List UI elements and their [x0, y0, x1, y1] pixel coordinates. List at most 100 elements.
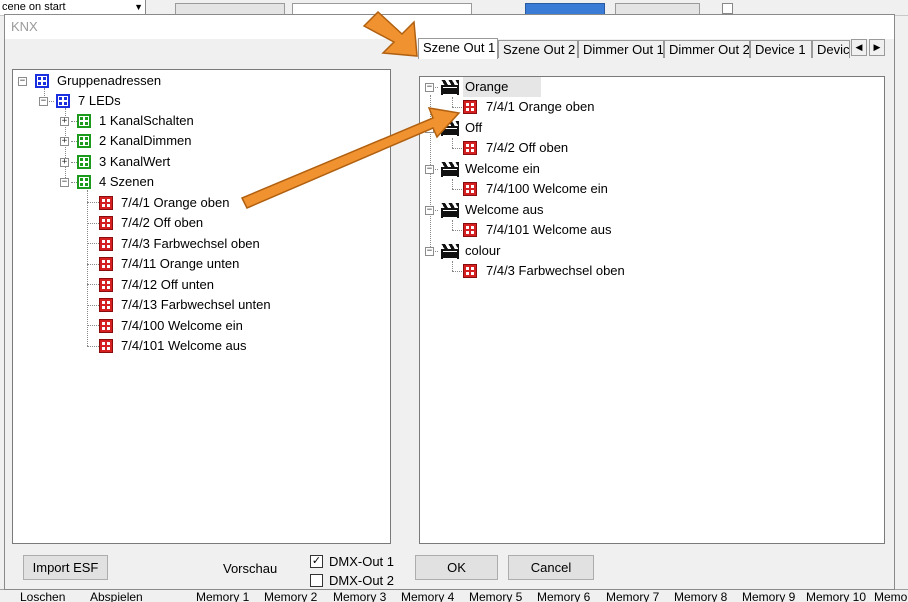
- tree-node-label: 7/4/2 Off oben: [486, 140, 569, 155]
- tree-node-group-address[interactable]: 7/4/3 Farbwechsel oben: [13, 234, 383, 254]
- tree-node-label: 7/4/13 Farbwechsel unten: [121, 297, 271, 312]
- tree-node-main-group[interactable]: − 7 LEDs: [13, 91, 383, 111]
- group-folder-icon: [35, 74, 49, 88]
- collapse-icon[interactable]: −: [39, 97, 48, 106]
- tree-node-label: 3 KanalWert: [99, 154, 171, 169]
- tree-node-scene[interactable]: − Orange: [420, 77, 880, 97]
- tree-node-scene-address[interactable]: 7/4/3 Farbwechsel oben: [420, 261, 880, 281]
- dmx-out-2-label: DMX-Out 2: [329, 573, 395, 588]
- background-footer-item: Memory 1: [874, 590, 908, 602]
- group-address-icon: [99, 257, 113, 271]
- group-address-icon: [99, 216, 113, 230]
- tree-node-scene[interactable]: − Welcome aus: [420, 200, 880, 220]
- tree-node-group-address[interactable]: 7/4/12 Off unten: [13, 275, 383, 295]
- cancel-button[interactable]: Cancel: [508, 555, 594, 580]
- tree-node-group-address[interactable]: 7/4/13 Farbwechsel unten: [13, 295, 383, 315]
- tab-device-1[interactable]: Device 1: [750, 40, 812, 58]
- tab-dimmer-out-1[interactable]: Dimmer Out 1: [578, 40, 664, 58]
- import-esf-button[interactable]: Import ESF: [23, 555, 108, 580]
- group-address-icon: [99, 319, 113, 333]
- group-address-icon: [463, 182, 477, 196]
- collapse-icon[interactable]: −: [425, 247, 434, 256]
- tree-node-label: 7/4/3 Farbwechsel oben: [486, 263, 625, 278]
- tree-node-group-address[interactable]: 7/4/1 Orange oben: [13, 193, 383, 213]
- tree-node-label: Orange: [463, 77, 541, 97]
- group-address-icon: [99, 298, 113, 312]
- group-address-icon: [99, 339, 113, 353]
- tree-node-scene-address[interactable]: 7/4/1 Orange oben: [420, 97, 880, 117]
- tab-szene-out-2[interactable]: Szene Out 2: [498, 40, 578, 58]
- chevron-down-icon: ▼: [134, 2, 143, 12]
- ok-button[interactable]: OK: [415, 555, 498, 580]
- tree-node-scene[interactable]: − Welcome ein: [420, 159, 880, 179]
- tree-node-scene-address[interactable]: 7/4/101 Welcome aus: [420, 220, 880, 240]
- background-footer-item: Memory 1: [196, 590, 250, 602]
- tree-node-group-address[interactable]: 7/4/2 Off oben: [13, 213, 383, 233]
- tab-dimmer-out-2[interactable]: Dimmer Out 2: [664, 40, 750, 58]
- group-address-icon: [99, 237, 113, 251]
- background-footer-item: Memory 2: [264, 590, 318, 602]
- tree-node-group-address[interactable]: 7/4/100 Welcome ein: [13, 316, 383, 336]
- tree-node-scene-address[interactable]: 7/4/2 Off oben: [420, 138, 880, 158]
- group-folder-icon: [56, 94, 70, 108]
- expand-icon[interactable]: +: [60, 158, 69, 167]
- dmx-out-1-checkbox[interactable]: ✓: [310, 555, 323, 568]
- group-folder-icon: [77, 134, 91, 148]
- background-footer-item: Loschen: [20, 590, 66, 602]
- scene-on-start-field[interactable]: cene on start ▼: [0, 0, 146, 15]
- tree-node-label: 7/4/3 Farbwechsel oben: [121, 236, 260, 251]
- tree-node-label: 7/4/101 Welcome aus: [121, 338, 247, 353]
- tree-node-label: 7/4/1 Orange oben: [121, 195, 230, 210]
- collapse-icon[interactable]: −: [425, 124, 434, 133]
- collapse-icon[interactable]: −: [425, 206, 434, 215]
- tree-node-label: 7/4/1 Orange oben: [486, 99, 595, 114]
- group-address-icon: [463, 100, 477, 114]
- tree-node-root[interactable]: − Gruppenadressen: [13, 71, 383, 91]
- preview-label: Vorschau: [223, 561, 278, 576]
- collapse-icon[interactable]: −: [425, 83, 434, 92]
- collapse-icon[interactable]: −: [425, 165, 434, 174]
- tree-node-scene-address[interactable]: 7/4/100 Welcome ein: [420, 179, 880, 199]
- tree-node-label: 7/4/2 Off oben: [121, 215, 204, 230]
- background-footer-item: Memory 8: [674, 590, 728, 602]
- tab-szene-out-1[interactable]: Szene Out 1: [418, 38, 498, 59]
- group-address-tree[interactable]: − Gruppenadressen − 7 LEDs + 1 KanalScha…: [12, 69, 391, 544]
- tree-node-subgroup[interactable]: − 4 Szenen: [13, 172, 383, 192]
- tab-device-2[interactable]: Devic: [812, 40, 850, 58]
- tree-node-label: 7/4/11 Orange unten: [121, 256, 240, 271]
- tree-node-subgroup[interactable]: + 1 KanalSchalten: [13, 111, 383, 131]
- tree-node-label: Off: [465, 120, 483, 135]
- tree-node-label: 7/4/100 Welcome ein: [486, 181, 608, 196]
- tab-scroll-right-icon[interactable]: ▶: [869, 39, 885, 56]
- background-footer-bar: Loschen Abspielen Memory 1 Memory 2 Memo…: [0, 589, 908, 602]
- dmx-out-2-checkbox[interactable]: [310, 574, 323, 587]
- tree-node-scene[interactable]: − colour: [420, 241, 880, 261]
- scene-assignment-tree[interactable]: − Orange 7/4/1 Orange oben − Off 7/4/2 O…: [419, 76, 885, 544]
- tree-node-label: 7/4/12 Off unten: [121, 277, 214, 292]
- expand-icon[interactable]: +: [60, 117, 69, 126]
- background-right-strip: [895, 16, 908, 590]
- tree-node-group-address[interactable]: 7/4/11 Orange unten: [13, 254, 383, 274]
- tab-scroll-left-icon[interactable]: ◀: [851, 39, 867, 56]
- dmx-out-1-label: DMX-Out 1: [329, 554, 395, 569]
- clapperboard-icon: [441, 80, 459, 95]
- tree-node-subgroup[interactable]: + 3 KanalWert: [13, 152, 383, 172]
- tree-node-label: 4 Szenen: [99, 174, 154, 189]
- tree-node-label: 1 KanalSchalten: [99, 113, 194, 128]
- tree-node-scene[interactable]: − Off: [420, 118, 880, 138]
- tree-node-group-address[interactable]: 7/4/101 Welcome aus: [13, 336, 383, 356]
- collapse-icon[interactable]: −: [18, 77, 27, 86]
- output-tab-strip: Szene Out 1 Szene Out 2 Dimmer Out 1 Dim…: [415, 38, 890, 59]
- group-address-icon: [99, 196, 113, 210]
- background-footer-item: Abspielen: [90, 590, 143, 602]
- collapse-icon[interactable]: −: [60, 178, 69, 187]
- clapperboard-icon: [441, 244, 459, 259]
- group-folder-icon: [77, 114, 91, 128]
- tree-node-label: colour: [465, 243, 501, 258]
- background-checkbox: [722, 3, 733, 14]
- background-footer-item: Memory 6: [537, 590, 591, 602]
- background-footer-item: Memory 9: [742, 590, 796, 602]
- tree-node-label: 2 KanalDimmen: [99, 133, 192, 148]
- tree-node-subgroup[interactable]: + 2 KanalDimmen: [13, 131, 383, 151]
- expand-icon[interactable]: +: [60, 137, 69, 146]
